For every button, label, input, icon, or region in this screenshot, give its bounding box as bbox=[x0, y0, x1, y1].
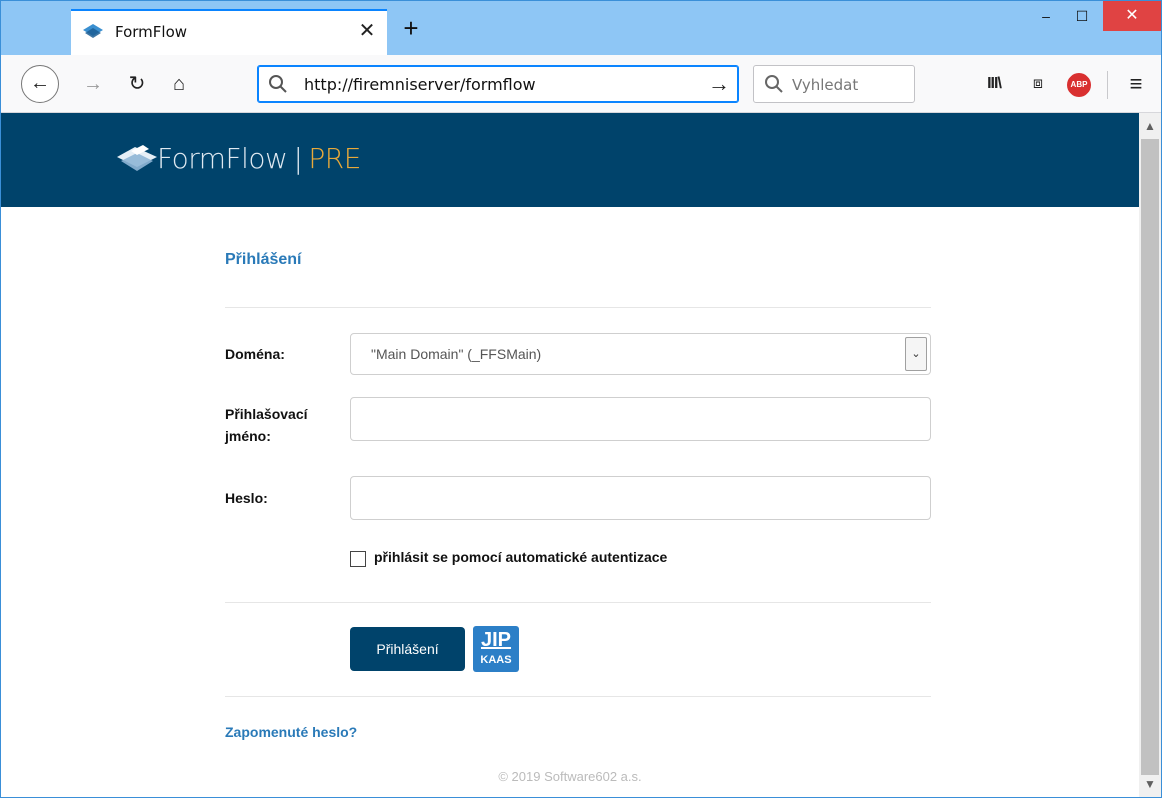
auto-auth-checkbox[interactable] bbox=[350, 551, 366, 567]
home-button[interactable]: ⌂ bbox=[163, 68, 195, 100]
new-tab-button[interactable]: + bbox=[397, 15, 425, 43]
jip-kaas-login-button[interactable]: JIP KAAS bbox=[473, 626, 519, 672]
page-title: Přihlášení bbox=[225, 251, 302, 268]
forward-button[interactable]: → bbox=[77, 68, 109, 100]
search-placeholder: Vyhledat bbox=[792, 76, 859, 94]
maximize-button[interactable]: ☐ bbox=[1059, 1, 1105, 31]
toolbar-divider bbox=[1107, 71, 1108, 99]
search-bar[interactable]: Vyhledat bbox=[753, 65, 915, 103]
password-input[interactable] bbox=[350, 476, 931, 520]
environment-label: PRE bbox=[308, 142, 361, 175]
domain-select-value: "Main Domain" (_FFSMain) bbox=[371, 346, 542, 362]
tab-title: FormFlow bbox=[115, 23, 188, 41]
copyright-text: © 2019 Software602 a.s. bbox=[498, 769, 642, 784]
domain-label: Doména: bbox=[225, 346, 285, 362]
formflow-logo-icon bbox=[117, 145, 157, 171]
vertical-scrollbar[interactable]: ▲ ▼ bbox=[1139, 113, 1161, 797]
divider bbox=[225, 307, 931, 308]
browser-window: FormFlow ✕ + – ☐ ✕ ← → ↻ ⌂ http://firemn… bbox=[0, 0, 1162, 798]
username-label-line2: jméno: bbox=[225, 428, 271, 444]
tab-strip: FormFlow ✕ + – ☐ ✕ bbox=[1, 1, 1161, 55]
formflow-favicon-icon bbox=[83, 24, 103, 38]
search-icon bbox=[765, 75, 783, 93]
tab-formflow[interactable]: FormFlow ✕ bbox=[71, 9, 387, 55]
app-header: FormFlow | PRE bbox=[1, 113, 1139, 207]
kaas-label: KAAS bbox=[480, 654, 512, 666]
navigation-toolbar: ← → ↻ ⌂ http://firemniserver/formflow → … bbox=[1, 55, 1161, 113]
scroll-down-icon[interactable]: ▼ bbox=[1139, 773, 1161, 795]
login-button[interactable]: Přihlášení bbox=[350, 627, 465, 671]
divider bbox=[225, 696, 931, 697]
library-icon[interactable]: III\ bbox=[979, 69, 1009, 99]
url-bar[interactable]: http://firemniserver/formflow → bbox=[257, 65, 739, 103]
hamburger-menu-icon[interactable]: ≡ bbox=[1121, 69, 1151, 99]
sidebar-icon[interactable]: ⧈ bbox=[1023, 69, 1053, 99]
auto-auth-label[interactable]: přihlásit se pomocí automatické autentiz… bbox=[374, 549, 667, 565]
jip-label: JIP bbox=[480, 629, 512, 651]
username-label: Přihlašovací jméno: bbox=[225, 403, 308, 447]
password-label: Heslo: bbox=[225, 490, 268, 506]
forgot-password-link[interactable]: Zapomenuté heslo? bbox=[225, 724, 357, 740]
username-input[interactable] bbox=[350, 397, 931, 441]
page-viewport: FormFlow | PRE Přihlášení Doména: "Main Do… bbox=[1, 113, 1139, 797]
adblock-icon[interactable]: ABP bbox=[1067, 73, 1091, 97]
scroll-thumb[interactable] bbox=[1141, 139, 1159, 775]
reload-button[interactable]: ↻ bbox=[121, 68, 153, 100]
window-close-button[interactable]: ✕ bbox=[1103, 1, 1161, 31]
brand-separator: | bbox=[293, 142, 303, 175]
username-label-line1: Přihlašovací bbox=[225, 406, 308, 422]
url-text[interactable]: http://firemniserver/formflow bbox=[304, 75, 536, 94]
tab-close-icon[interactable]: ✕ bbox=[355, 19, 379, 43]
chevron-down-icon[interactable]: ⌄ bbox=[905, 337, 927, 371]
domain-select[interactable]: "Main Domain" (_FFSMain) ⌄ bbox=[350, 333, 931, 375]
brand-logo-text: FormFlow | PRE bbox=[157, 142, 361, 175]
search-icon bbox=[269, 75, 287, 93]
scroll-up-icon[interactable]: ▲ bbox=[1139, 115, 1161, 137]
go-arrow-icon[interactable]: → bbox=[708, 70, 730, 98]
divider bbox=[225, 602, 931, 603]
back-button[interactable]: ← bbox=[21, 65, 59, 103]
brand-name: FormFlow bbox=[157, 142, 288, 175]
